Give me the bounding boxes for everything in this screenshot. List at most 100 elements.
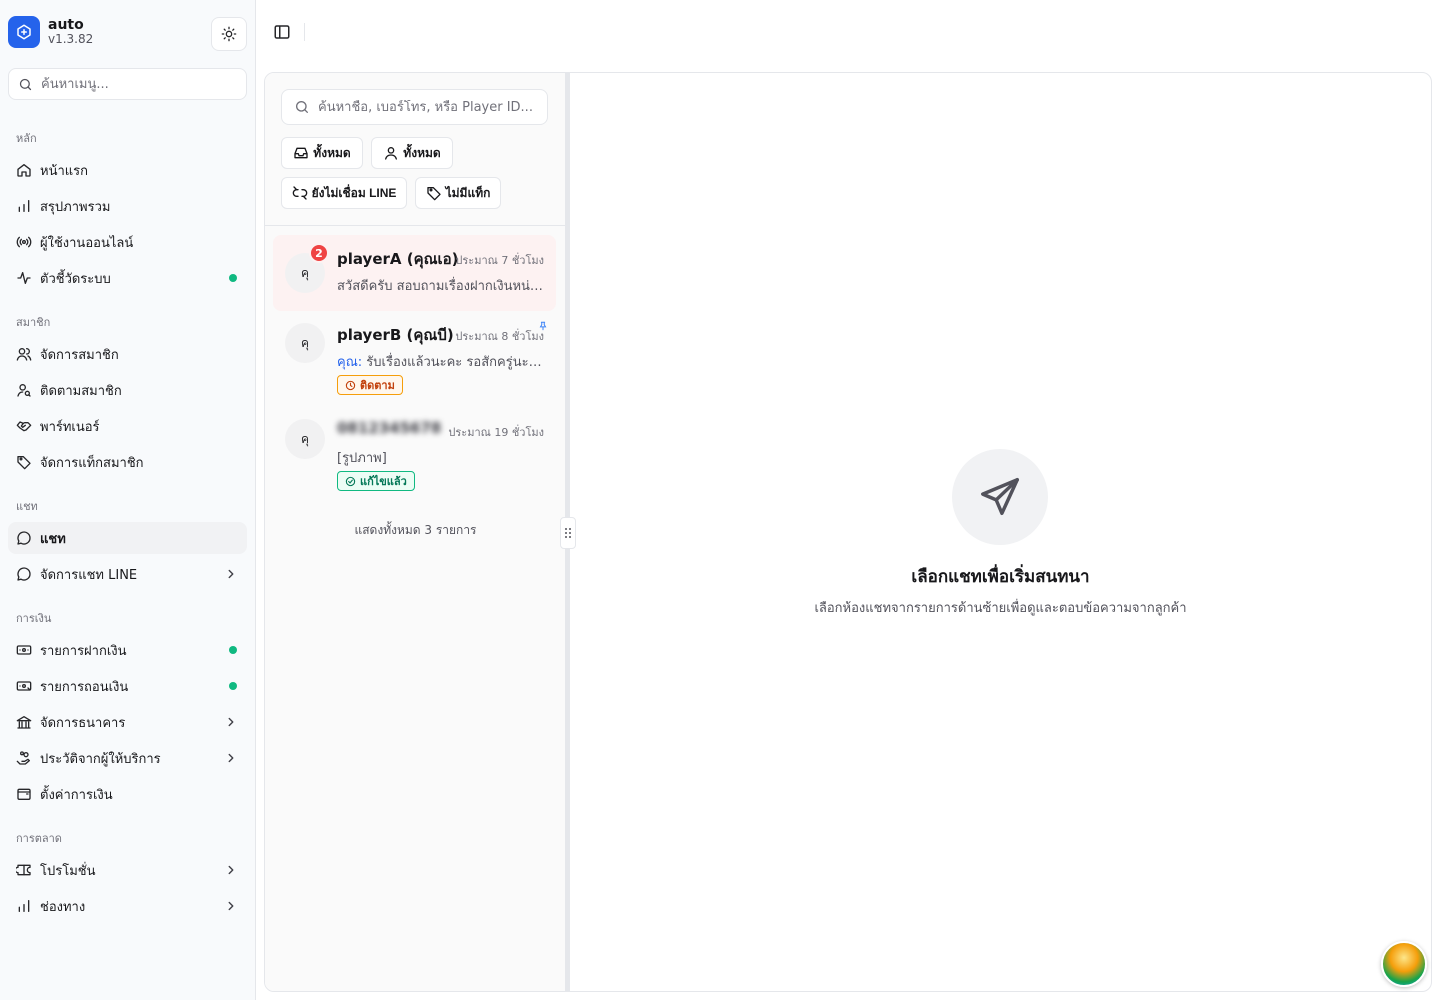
unlink-icon: [292, 185, 308, 201]
empty-state-subtitle: เลือกห้องแชทจากรายการด้านซ้ายเพื่อดูและต…: [814, 601, 1187, 616]
sidebar-item-label: จัดการธนาคาร: [40, 715, 126, 731]
filter-unlinked-line-label: ยังไม่เชื่อม LINE: [311, 185, 397, 200]
filter-user-button[interactable]: ทั้งหมด: [371, 137, 453, 169]
sidebar-item[interactable]: สรุปภาพรวม: [8, 190, 247, 222]
chevron-right-icon: [223, 714, 239, 730]
conversation-name-redacted: 0812345678: [337, 419, 442, 437]
avatar: คุ: [285, 419, 325, 459]
users-icon: [16, 346, 32, 362]
sidebar-item[interactable]: ติดตามสมาชิก: [8, 374, 247, 406]
conversation-time: ประมาณ 7 ชั่วโมง: [455, 254, 544, 267]
bar-chart-icon: [16, 198, 32, 214]
sidebar-item-label: จัดการสมาชิก: [40, 347, 119, 363]
sidebar-item-label: ติดตามสมาชิก: [40, 383, 122, 399]
sidebar-item[interactable]: รายการถอนเงิน: [8, 670, 247, 702]
nav-group-label: การเงิน: [16, 612, 52, 625]
conversation-preview: [รูปภาพ]: [337, 451, 387, 466]
sidebar-item[interactable]: รายการฝากเงิน: [8, 634, 247, 666]
follow-tag-label: ติดตาม: [360, 379, 395, 392]
resolved-tag: แก้ไขแล้ว: [337, 471, 415, 491]
conversation-item[interactable]: คุ 0812345678 ประมาณ 19 ชั่วโมง [รูปภาพ]…: [273, 407, 556, 499]
message-circle-icon: [16, 530, 32, 546]
conversation-preview: คุณ: รับเรื่องแล้วนะคะ รอสักครู่นะคะ: [337, 351, 544, 372]
sidebar-search[interactable]: [8, 68, 247, 100]
sidebar-item-label: จัดการแชท LINE: [40, 567, 138, 583]
sidebar-item-label: โปรโมชั่น: [40, 863, 96, 879]
sidebar-item-label: ช่องทาง: [40, 899, 86, 915]
avatar: คุ: [285, 323, 325, 363]
filter-user-label: ทั้งหมด: [403, 145, 441, 160]
sidebar-search-input[interactable]: [41, 76, 231, 92]
sidebar-item[interactable]: จัดการสมาชิก: [8, 338, 247, 370]
conversation-preview: สวัสดีครับ สอบถามเรื่องฝากเงินหน่อยครับ: [337, 279, 544, 294]
follow-tag: ติดตาม: [337, 375, 403, 395]
conversation-time: ประมาณ 19 ชั่วโมง: [448, 426, 544, 439]
chat-search[interactable]: [281, 89, 548, 125]
resolved-tag-label: แก้ไขแล้ว: [360, 475, 407, 488]
clock-icon: [345, 380, 356, 390]
status-dot: [229, 646, 237, 654]
chat-list-panel: ทั้งหมด ทั้งหมด ยังไม่เชื่อม LINE ไม่มีแ…: [265, 73, 566, 991]
sidebar-item-label: ตั้งค่าการเงิน: [40, 787, 113, 803]
list-total: แสดงทั้งหมด 3 รายการ: [354, 523, 477, 537]
nav-group-label: แชท: [16, 500, 38, 513]
sidebar-toggle-button[interactable]: [268, 20, 296, 44]
brand[interactable]: auto v1.3.82: [8, 16, 93, 48]
sidebar-item[interactable]: ประวัติจากผู้ให้บริการ: [8, 742, 247, 774]
user-avatar-button[interactable]: [1381, 941, 1427, 987]
filter-inbox-button[interactable]: ทั้งหมด: [281, 137, 363, 169]
sidebar-item[interactable]: แชท: [8, 522, 247, 554]
resize-handle[interactable]: [560, 517, 576, 549]
unread-badge: 2: [309, 243, 329, 263]
sidebar-item-label: แชท: [40, 531, 66, 547]
status-dot: [229, 274, 237, 282]
list-divider: [265, 225, 566, 226]
filter-unlinked-line-button[interactable]: ยังไม่เชื่อม LINE: [281, 177, 407, 209]
message-circle-icon: [16, 566, 32, 582]
conversation-item[interactable]: คุ playerB (คุณบี) ประมาณ 8 ชั่วโมง คุณ:…: [273, 311, 556, 403]
search-icon: [19, 78, 32, 90]
conversation-name: playerB (คุณบี): [337, 326, 454, 344]
sidebar: auto v1.3.82 หลักหน้าแรกสรุปภาพรวมผู้ใช้…: [0, 0, 256, 1000]
panel-left-icon: [274, 25, 290, 39]
chat-search-input[interactable]: [318, 99, 536, 115]
nav-group-label: สมาชิก: [16, 316, 51, 329]
sidebar-item[interactable]: ช่องทาง: [8, 890, 247, 922]
banknote-out-icon: [16, 678, 32, 694]
sidebar-item[interactable]: ผู้ใช้งานออนไลน์: [8, 226, 247, 258]
sidebar-item[interactable]: จัดการธนาคาร: [8, 706, 247, 738]
sidebar-item[interactable]: จัดการแชท LINE: [8, 558, 247, 590]
empty-state-circle: [952, 449, 1048, 545]
sidebar-item[interactable]: ตั้งค่าการเงิน: [8, 778, 247, 810]
conversation-item[interactable]: คุ 2 playerA (คุณเอ) ประมาณ 7 ชั่วโมง สว…: [273, 235, 556, 311]
filter-no-tag-label: ไม่มีแท็ก: [445, 185, 491, 200]
sidebar-item[interactable]: โปรโมชั่น: [8, 854, 247, 886]
landmark-icon: [16, 714, 32, 730]
banknote-in-icon: [16, 642, 32, 658]
sidebar-item-label: ประวัติจากผู้ให้บริการ: [40, 751, 161, 767]
home-icon: [16, 162, 32, 178]
sidebar-item[interactable]: พาร์ทเนอร์: [8, 410, 247, 442]
inbox-icon: [293, 145, 309, 161]
sidebar-item[interactable]: จัดการแท็กสมาชิก: [8, 446, 247, 478]
user-search-icon: [16, 382, 32, 398]
nav-group-label: หลัก: [16, 132, 37, 145]
sidebar-item-label: หน้าแรก: [40, 163, 88, 179]
filter-no-tag-button[interactable]: ไม่มีแท็ก: [415, 177, 501, 209]
sidebar-item-label: จัดการแท็กสมาชิก: [40, 455, 144, 471]
hand-coins-icon: [16, 750, 32, 766]
sidebar-item-label: รายการถอนเงิน: [40, 679, 129, 695]
preview-text: รับเรื่องแล้วนะคะ รอสักครู่นะคะ: [366, 355, 544, 370]
topbar-separator: [304, 23, 305, 41]
sidebar-item-label: สรุปภาพรวม: [40, 199, 111, 215]
sidebar-item[interactable]: หน้าแรก: [8, 154, 247, 186]
tag-icon: [426, 185, 442, 201]
activity-icon: [16, 270, 32, 286]
sidebar-item-label: ผู้ใช้งานออนไลน์: [40, 235, 134, 251]
chevron-right-icon: [223, 566, 239, 582]
sidebar-item[interactable]: ตัวชี้วัดระบบ: [8, 262, 247, 294]
empty-state-title: เลือกแชทเพื่อเริ่มสนทนา: [911, 567, 1090, 587]
theme-toggle-button[interactable]: [211, 17, 247, 51]
brand-name: auto: [48, 17, 84, 34]
check-circle-icon: [345, 476, 356, 486]
